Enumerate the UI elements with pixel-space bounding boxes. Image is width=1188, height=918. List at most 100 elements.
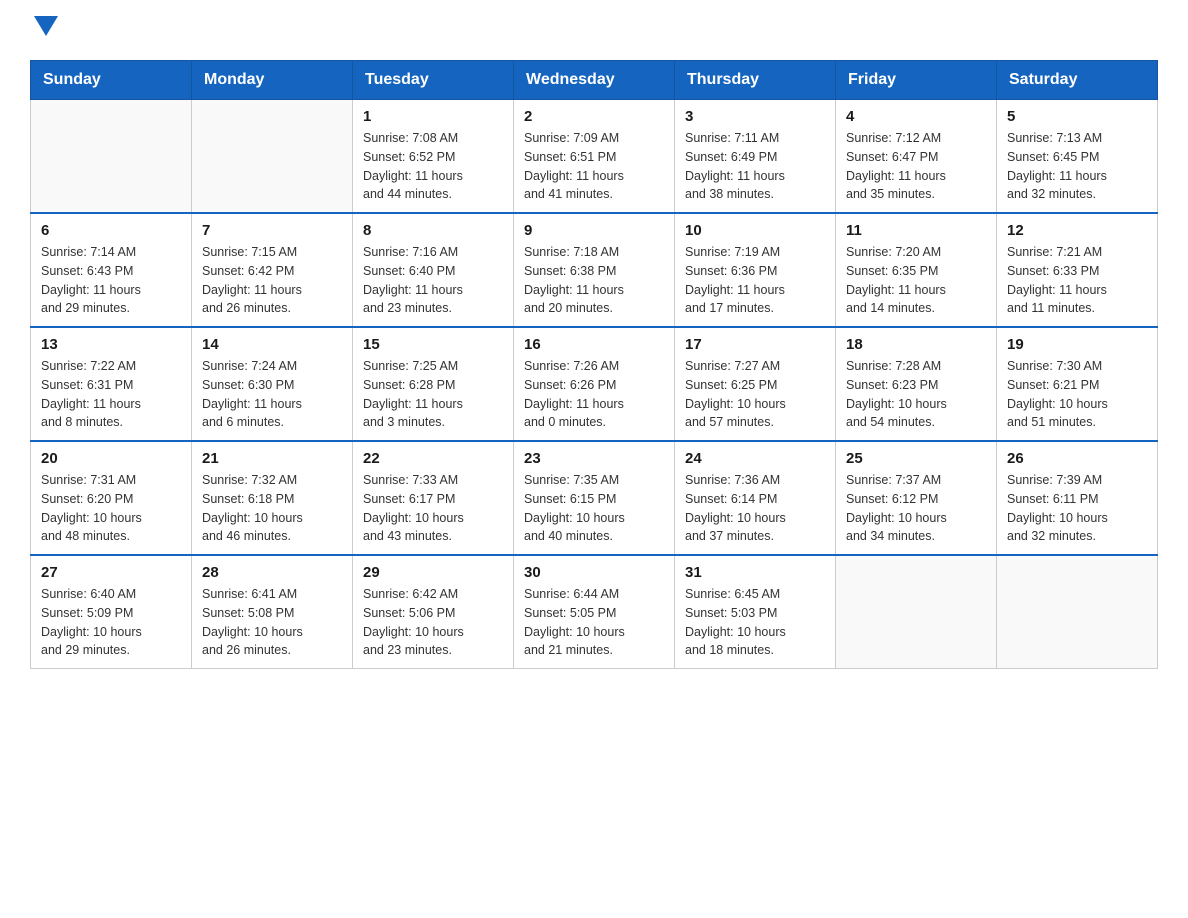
day-info: Sunrise: 7:24 AM Sunset: 6:30 PM Dayligh… [202, 357, 342, 432]
calendar-day-cell: 21 Sunrise: 7:32 AM Sunset: 6:18 PM Dayli… [192, 441, 353, 555]
day-header-saturday: Saturday [997, 61, 1158, 100]
day-number: 19 [1007, 336, 1147, 353]
calendar-day-cell [997, 555, 1158, 669]
day-info: Sunrise: 6:41 AM Sunset: 5:08 PM Dayligh… [202, 585, 342, 660]
calendar-day-cell: 5Sunrise: 7:13 AM Sunset: 6:45 PM Daylig… [997, 100, 1158, 214]
calendar-day-cell: 17 Sunrise: 7:27 AM Sunset: 6:25 PM Dayli… [675, 327, 836, 441]
calendar-day-cell [31, 100, 192, 214]
calendar-day-cell: 1Sunrise: 7:08 AM Sunset: 6:52 PM Daylig… [353, 100, 514, 214]
calendar-day-cell: 8 Sunrise: 7:16 AM Sunset: 6:40 PM Daylig… [353, 213, 514, 327]
day-info: Sunrise: 7:26 AM Sunset: 6:26 PM Dayligh… [524, 357, 664, 432]
calendar-day-cell: 24Sunrise: 7:36 AM Sunset: 6:14 PM Dayli… [675, 441, 836, 555]
calendar-day-cell: 9Sunrise: 7:18 AM Sunset: 6:38 PM Daylig… [514, 213, 675, 327]
calendar-day-cell: 23 Sunrise: 7:35 AM Sunset: 6:15 PM Dayli… [514, 441, 675, 555]
calendar-week-row: 6 Sunrise: 7:14 AM Sunset: 6:43 PM Daylig… [31, 213, 1158, 327]
day-info: Sunrise: 7:30 AM Sunset: 6:21 PM Dayligh… [1007, 357, 1147, 432]
calendar-day-cell: 22 Sunrise: 7:33 AM Sunset: 6:17 PM Dayli… [353, 441, 514, 555]
day-info: Sunrise: 7:31 AM Sunset: 6:20 PM Dayligh… [41, 471, 181, 546]
calendar-table: SundayMondayTuesdayWednesdayThursdayFrid… [30, 60, 1158, 669]
day-info: Sunrise: 7:14 AM Sunset: 6:43 PM Dayligh… [41, 243, 181, 318]
day-number: 2 [524, 108, 664, 125]
logo-text [30, 20, 58, 40]
day-number: 12 [1007, 222, 1147, 239]
day-number: 23 [524, 450, 664, 467]
day-number: 22 [363, 450, 503, 467]
calendar-day-cell: 13Sunrise: 7:22 AM Sunset: 6:31 PM Dayli… [31, 327, 192, 441]
day-number: 9 [524, 222, 664, 239]
day-header-monday: Monday [192, 61, 353, 100]
day-number: 14 [202, 336, 342, 353]
calendar-day-cell [836, 555, 997, 669]
calendar-day-cell: 29 Sunrise: 6:42 AM Sunset: 5:06 PM Dayli… [353, 555, 514, 669]
calendar-day-cell: 28 Sunrise: 6:41 AM Sunset: 5:08 PM Dayli… [192, 555, 353, 669]
day-info: Sunrise: 7:15 AM Sunset: 6:42 PM Dayligh… [202, 243, 342, 318]
calendar-day-cell: 14 Sunrise: 7:24 AM Sunset: 6:30 PM Dayli… [192, 327, 353, 441]
calendar-day-cell: 16 Sunrise: 7:26 AM Sunset: 6:26 PM Dayli… [514, 327, 675, 441]
day-info: Sunrise: 7:28 AM Sunset: 6:23 PM Dayligh… [846, 357, 986, 432]
day-number: 6 [41, 222, 181, 239]
day-info: Sunrise: 7:22 AM Sunset: 6:31 PM Dayligh… [41, 357, 181, 432]
day-info: Sunrise: 7:25 AM Sunset: 6:28 PM Dayligh… [363, 357, 503, 432]
day-info: Sunrise: 7:39 AM Sunset: 6:11 PM Dayligh… [1007, 471, 1147, 546]
calendar-day-cell: 19 Sunrise: 7:30 AM Sunset: 6:21 PM Dayli… [997, 327, 1158, 441]
day-info: Sunrise: 7:19 AM Sunset: 6:36 PM Dayligh… [685, 243, 825, 318]
page-header [30, 20, 1158, 40]
calendar-day-cell: 18 Sunrise: 7:28 AM Sunset: 6:23 PM Dayli… [836, 327, 997, 441]
day-header-thursday: Thursday [675, 61, 836, 100]
day-info: Sunrise: 6:40 AM Sunset: 5:09 PM Dayligh… [41, 585, 181, 660]
day-info: Sunrise: 7:13 AM Sunset: 6:45 PM Dayligh… [1007, 129, 1147, 204]
day-info: Sunrise: 7:12 AM Sunset: 6:47 PM Dayligh… [846, 129, 986, 204]
calendar-week-row: 13Sunrise: 7:22 AM Sunset: 6:31 PM Dayli… [31, 327, 1158, 441]
calendar-day-cell: 12 Sunrise: 7:21 AM Sunset: 6:33 PM Dayli… [997, 213, 1158, 327]
day-number: 25 [846, 450, 986, 467]
logo-triangle-icon [34, 16, 58, 36]
day-info: Sunrise: 6:45 AM Sunset: 5:03 PM Dayligh… [685, 585, 825, 660]
day-info: Sunrise: 7:32 AM Sunset: 6:18 PM Dayligh… [202, 471, 342, 546]
day-number: 8 [363, 222, 503, 239]
calendar-day-cell: 11Sunrise: 7:20 AM Sunset: 6:35 PM Dayli… [836, 213, 997, 327]
calendar-day-cell: 2 Sunrise: 7:09 AM Sunset: 6:51 PM Daylig… [514, 100, 675, 214]
calendar-day-cell: 6 Sunrise: 7:14 AM Sunset: 6:43 PM Daylig… [31, 213, 192, 327]
day-info: Sunrise: 7:09 AM Sunset: 6:51 PM Dayligh… [524, 129, 664, 204]
day-number: 26 [1007, 450, 1147, 467]
day-number: 16 [524, 336, 664, 353]
day-info: Sunrise: 7:33 AM Sunset: 6:17 PM Dayligh… [363, 471, 503, 546]
calendar-day-cell: 20 Sunrise: 7:31 AM Sunset: 6:20 PM Dayli… [31, 441, 192, 555]
day-info: Sunrise: 7:11 AM Sunset: 6:49 PM Dayligh… [685, 129, 825, 204]
day-info: Sunrise: 7:37 AM Sunset: 6:12 PM Dayligh… [846, 471, 986, 546]
calendar-day-cell: 15 Sunrise: 7:25 AM Sunset: 6:28 PM Dayli… [353, 327, 514, 441]
calendar-week-row: 20 Sunrise: 7:31 AM Sunset: 6:20 PM Dayli… [31, 441, 1158, 555]
calendar-day-cell: 31 Sunrise: 6:45 AM Sunset: 5:03 PM Dayli… [675, 555, 836, 669]
day-info: Sunrise: 7:16 AM Sunset: 6:40 PM Dayligh… [363, 243, 503, 318]
day-info: Sunrise: 6:42 AM Sunset: 5:06 PM Dayligh… [363, 585, 503, 660]
calendar-day-cell: 25 Sunrise: 7:37 AM Sunset: 6:12 PM Dayli… [836, 441, 997, 555]
day-header-friday: Friday [836, 61, 997, 100]
day-number: 27 [41, 564, 181, 581]
day-number: 21 [202, 450, 342, 467]
day-number: 28 [202, 564, 342, 581]
calendar-week-row: 1Sunrise: 7:08 AM Sunset: 6:52 PM Daylig… [31, 100, 1158, 214]
day-info: Sunrise: 7:21 AM Sunset: 6:33 PM Dayligh… [1007, 243, 1147, 318]
day-number: 15 [363, 336, 503, 353]
day-number: 3 [685, 108, 825, 125]
day-info: Sunrise: 7:27 AM Sunset: 6:25 PM Dayligh… [685, 357, 825, 432]
day-number: 4 [846, 108, 986, 125]
day-number: 10 [685, 222, 825, 239]
day-number: 20 [41, 450, 181, 467]
day-header-wednesday: Wednesday [514, 61, 675, 100]
logo [30, 20, 58, 40]
day-number: 1 [363, 108, 503, 125]
day-number: 30 [524, 564, 664, 581]
calendar-day-cell [192, 100, 353, 214]
day-number: 24 [685, 450, 825, 467]
calendar-day-cell: 7 Sunrise: 7:15 AM Sunset: 6:42 PM Daylig… [192, 213, 353, 327]
day-number: 29 [363, 564, 503, 581]
day-number: 31 [685, 564, 825, 581]
day-number: 18 [846, 336, 986, 353]
day-info: Sunrise: 7:35 AM Sunset: 6:15 PM Dayligh… [524, 471, 664, 546]
calendar-day-cell: 26 Sunrise: 7:39 AM Sunset: 6:11 PM Dayli… [997, 441, 1158, 555]
calendar-day-cell: 10 Sunrise: 7:19 AM Sunset: 6:36 PM Dayli… [675, 213, 836, 327]
day-number: 17 [685, 336, 825, 353]
day-header-sunday: Sunday [31, 61, 192, 100]
day-number: 7 [202, 222, 342, 239]
